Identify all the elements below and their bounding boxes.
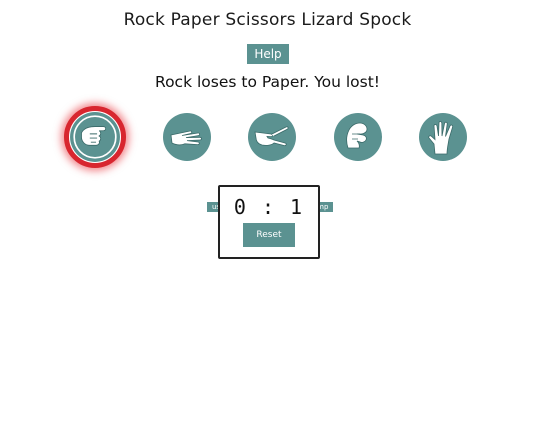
choice-row: [0, 106, 553, 168]
result-message: Rock loses to Paper. You lost!: [155, 73, 380, 91]
score-display: 0 : 1: [233, 195, 305, 219]
spock-hand-icon: [419, 113, 467, 161]
choice-paper[interactable]: [162, 112, 212, 162]
choice-scissors[interactable]: [247, 112, 297, 162]
scoreboard: 0 : 1 Reset: [218, 185, 320, 259]
game-page: Rock Paper Scissors Lizard Spock Help Ro…: [0, 0, 553, 441]
choice-spock[interactable]: [418, 112, 468, 162]
scissors-hand-icon: [248, 113, 296, 161]
help-button[interactable]: Help: [247, 44, 289, 64]
choice-lizard[interactable]: [333, 112, 383, 162]
paper-hand-icon: [163, 113, 211, 161]
reset-button[interactable]: Reset: [243, 223, 295, 247]
lizard-hand-icon: [334, 113, 382, 161]
page-title: Rock Paper Scissors Lizard Spock: [123, 10, 412, 30]
choice-rock[interactable]: [64, 106, 126, 168]
rock-fist-icon: [70, 112, 120, 162]
